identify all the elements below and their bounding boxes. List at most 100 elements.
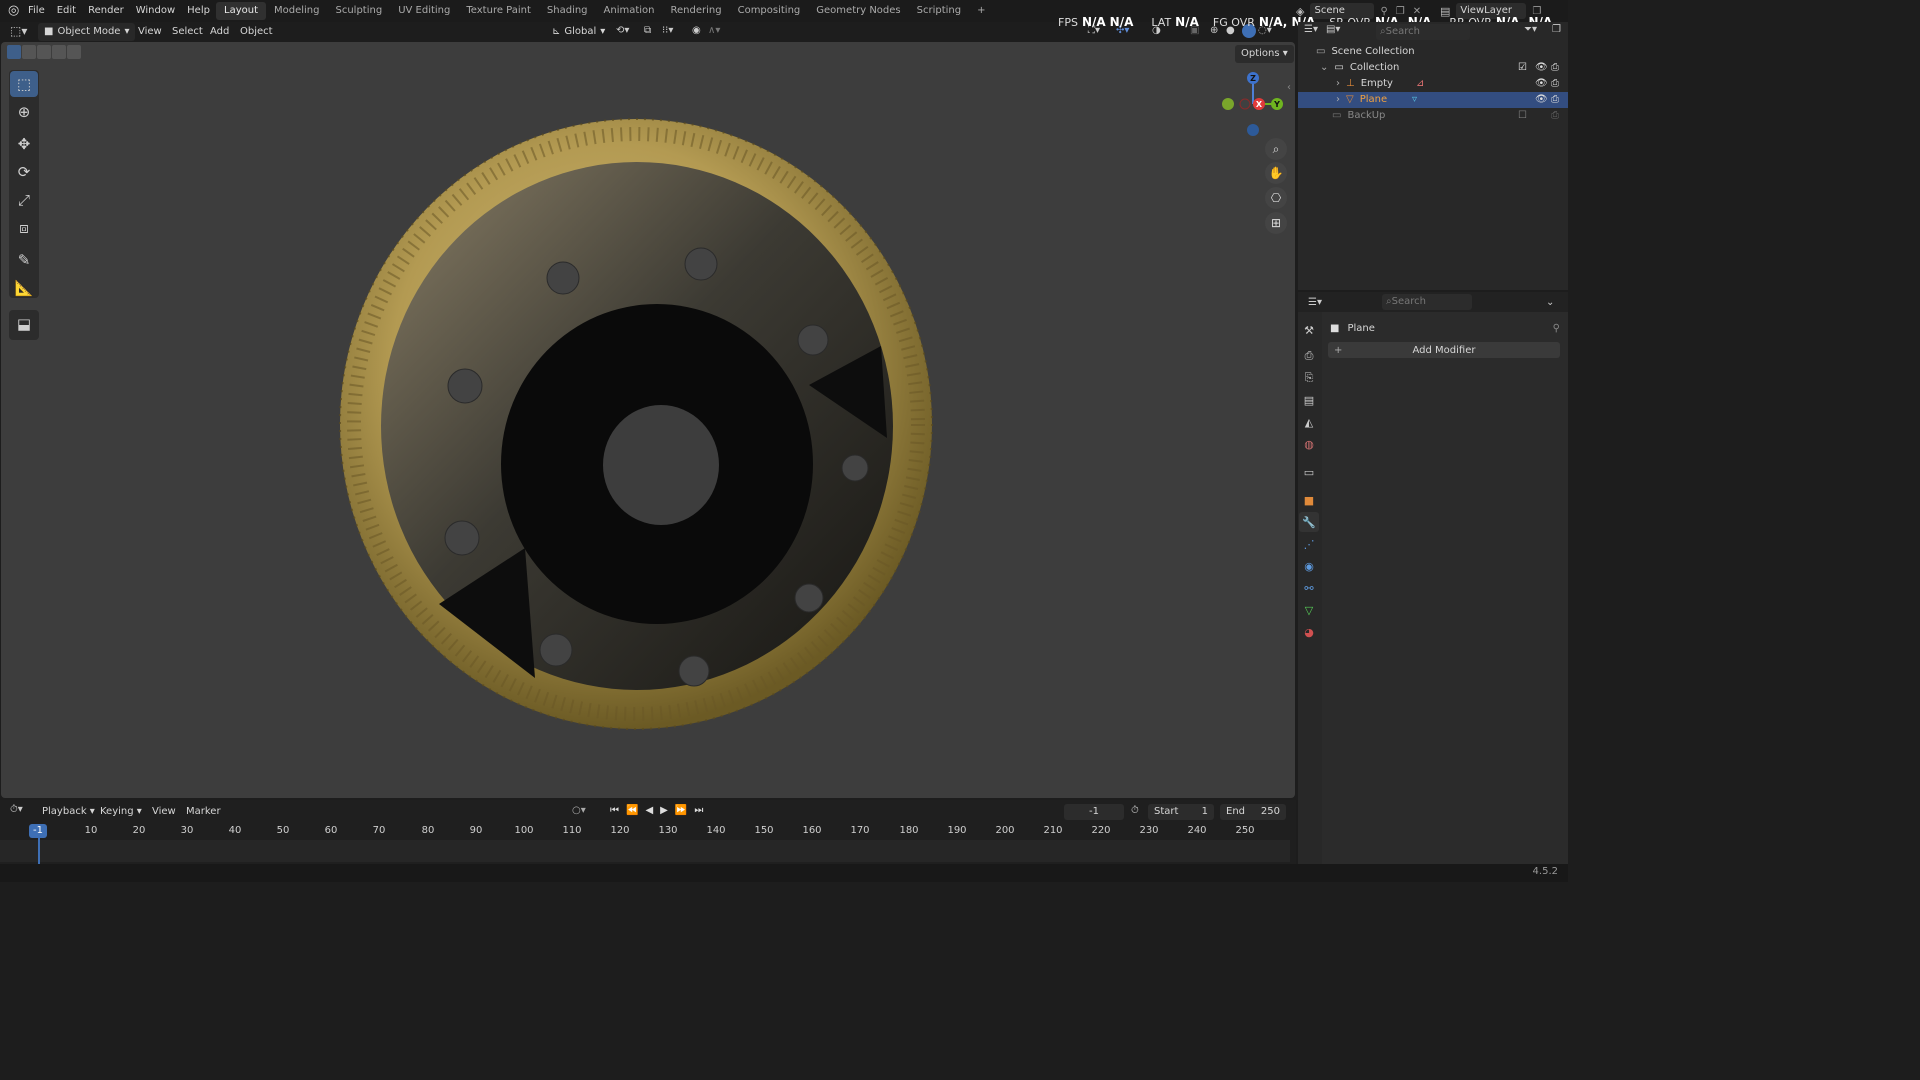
new-collection-icon[interactable]: ❐: [1552, 24, 1561, 35]
editor-type-icon[interactable]: ☰▾: [1304, 24, 1318, 35]
options-dropdown[interactable]: Options ▾: [1235, 45, 1294, 63]
editor-type-icon[interactable]: ⬚▾: [10, 24, 27, 38]
render-tab-icon[interactable]: ⎙: [1299, 346, 1319, 366]
navigation-gizmo[interactable]: Z Y X: [1219, 68, 1289, 138]
tree-item-plane[interactable]: › ▽ Plane ▿ 👁 ⎙: [1298, 92, 1568, 108]
tree-scene-collection[interactable]: ▭ Scene Collection: [1298, 44, 1568, 60]
checkbox-icon[interactable]: ☐: [1518, 108, 1527, 124]
scale-tool-icon[interactable]: ⤢: [10, 187, 38, 213]
outliner-search-input[interactable]: ⌕ Search: [1376, 24, 1470, 40]
measure-tool-icon[interactable]: 📐: [10, 275, 38, 301]
proportional-editing-icon[interactable]: ◉: [692, 25, 701, 36]
pan-hand-icon[interactable]: ✋: [1265, 162, 1287, 184]
physics-tab-icon[interactable]: ◉: [1299, 556, 1319, 576]
sidebar-toggle-icon[interactable]: ‹: [1287, 82, 1291, 93]
select-box-tool-icon[interactable]: ⬚: [10, 71, 38, 97]
tool-tab-icon[interactable]: ⚒: [1299, 320, 1319, 340]
menu-select[interactable]: Select: [166, 23, 209, 41]
menu-edit[interactable]: Edit: [51, 0, 82, 22]
select-intersect-icon[interactable]: [67, 45, 81, 59]
tab-modeling[interactable]: Modeling: [266, 2, 328, 20]
tab-geometry-nodes[interactable]: Geometry Nodes: [808, 2, 908, 20]
menu-add[interactable]: Add: [204, 23, 235, 41]
tree-item-backup[interactable]: ▭ BackUp ☐ ⎙: [1298, 108, 1568, 124]
properties-search-input[interactable]: ⌕ Search: [1381, 294, 1472, 310]
menu-window[interactable]: Window: [130, 0, 181, 22]
move-tool-icon[interactable]: ✥: [10, 131, 38, 157]
cursor-tool-icon[interactable]: ⊕: [10, 99, 38, 125]
tree-collection[interactable]: ⌄ ▭ Collection ☑ 👁 ⎙: [1298, 60, 1568, 76]
select-extend-icon[interactable]: [22, 45, 36, 59]
snap-target-icon[interactable]: ⁝⁝▾: [662, 25, 673, 36]
chevron-right-icon[interactable]: ›: [1336, 92, 1340, 108]
falloff-icon[interactable]: ∧▾: [708, 25, 720, 36]
camera-icon[interactable]: ⎙: [1551, 108, 1559, 124]
frame-ruler[interactable]: -1 10 20 30 40 50 60 70 80 90 100 110 12…: [0, 800, 1296, 864]
chevron-right-icon[interactable]: ›: [1336, 76, 1340, 92]
add-cube-tool-icon[interactable]: ⬓: [10, 311, 38, 337]
output-tab-icon[interactable]: ⎘: [1299, 368, 1319, 388]
view-layer-tab-icon[interactable]: ▤: [1299, 390, 1319, 410]
tab-sculpting[interactable]: Sculpting: [328, 2, 391, 20]
snap-icon[interactable]: ⧉: [644, 25, 651, 36]
tab-layout[interactable]: Layout: [216, 2, 266, 20]
annotate-tool-icon[interactable]: ✎: [10, 247, 38, 273]
zoom-icon[interactable]: ⌕: [1265, 138, 1287, 160]
add-modifier-button[interactable]: + Add Modifier: [1328, 342, 1560, 358]
world-tab-icon[interactable]: ◍: [1299, 434, 1319, 454]
checkbox-icon[interactable]: ☑: [1518, 60, 1527, 76]
transform-tool-icon[interactable]: ⧈: [10, 215, 38, 241]
data-tab-icon[interactable]: ▽: [1299, 600, 1319, 620]
camera-icon[interactable]: ⎙: [1551, 76, 1559, 92]
scene-tab-icon[interactable]: ◭: [1299, 412, 1319, 432]
blade-disc-model[interactable]: [339, 118, 939, 730]
tab-animation[interactable]: Animation: [596, 2, 663, 20]
particles-tab-icon[interactable]: ⋰: [1299, 534, 1319, 554]
modifier-tab-icon[interactable]: 🔧: [1299, 512, 1319, 532]
menu-help[interactable]: Help: [181, 0, 216, 22]
pivot-point-icon[interactable]: ⟲▾: [616, 25, 629, 36]
select-new-icon[interactable]: [7, 45, 21, 59]
select-invert-icon[interactable]: [52, 45, 66, 59]
3d-viewport[interactable]: Options ▾ ⬚ ⊕ ✥ ⟳ ⤢ ⧈ ✎ 📐 ⬓ Z Y X ⌕ ✋ ⎔ …: [1, 42, 1295, 798]
collection-tab-icon[interactable]: ▭: [1299, 462, 1319, 482]
transform-orientation-dropdown[interactable]: ⊾ Global ▾: [546, 23, 611, 41]
timeline-track[interactable]: [0, 840, 1290, 862]
add-workspace-icon[interactable]: +: [969, 2, 993, 20]
camera-view-icon[interactable]: ⎔: [1265, 187, 1287, 209]
select-subtract-icon[interactable]: [37, 45, 51, 59]
playhead-line[interactable]: [38, 838, 40, 864]
chevron-down-icon[interactable]: ⌄: [1320, 60, 1328, 76]
add-cube-toolbox: ⬓: [9, 310, 39, 340]
eye-icon[interactable]: 👁: [1535, 92, 1548, 108]
tab-scripting[interactable]: Scripting: [909, 2, 969, 20]
menu-view[interactable]: View: [132, 23, 168, 41]
menu-object[interactable]: Object: [234, 23, 279, 41]
filter-icon[interactable]: ⏷▾: [1524, 24, 1537, 35]
camera-icon[interactable]: ⎙: [1551, 60, 1559, 76]
pin-icon[interactable]: ⚲: [1553, 323, 1560, 334]
display-mode-icon[interactable]: ▤▾: [1326, 24, 1340, 35]
blender-logo-icon[interactable]: ◎: [8, 3, 19, 18]
tree-item-empty[interactable]: › ⊥ Empty ⊿ 👁 ⎙: [1298, 76, 1568, 92]
rotate-tool-icon[interactable]: ⟳: [10, 159, 38, 185]
playhead-frame-label[interactable]: -1: [29, 824, 47, 838]
empty-object-icon: ⊥: [1346, 78, 1355, 89]
material-tab-icon[interactable]: ◕: [1299, 622, 1319, 642]
tab-texture-paint[interactable]: Texture Paint: [458, 2, 539, 20]
editor-type-icon[interactable]: ☰▾: [1308, 297, 1322, 308]
tab-uv-editing[interactable]: UV Editing: [390, 2, 458, 20]
tab-rendering[interactable]: Rendering: [663, 2, 730, 20]
perspective-grid-icon[interactable]: ⊞: [1265, 212, 1287, 234]
menu-render[interactable]: Render: [82, 0, 130, 22]
eye-icon[interactable]: 👁: [1535, 76, 1548, 92]
constraints-tab-icon[interactable]: ⚯: [1299, 578, 1319, 598]
object-mode-dropdown[interactable]: ■ Object Mode ▾: [38, 23, 136, 41]
tab-compositing[interactable]: Compositing: [730, 2, 809, 20]
chevron-down-icon[interactable]: ⌄: [1546, 297, 1554, 308]
eye-icon[interactable]: 👁: [1535, 60, 1548, 76]
tab-shading[interactable]: Shading: [539, 2, 596, 20]
object-tab-icon[interactable]: ■: [1299, 490, 1319, 510]
camera-icon[interactable]: ⎙: [1551, 92, 1559, 108]
menu-file[interactable]: File: [22, 0, 51, 22]
